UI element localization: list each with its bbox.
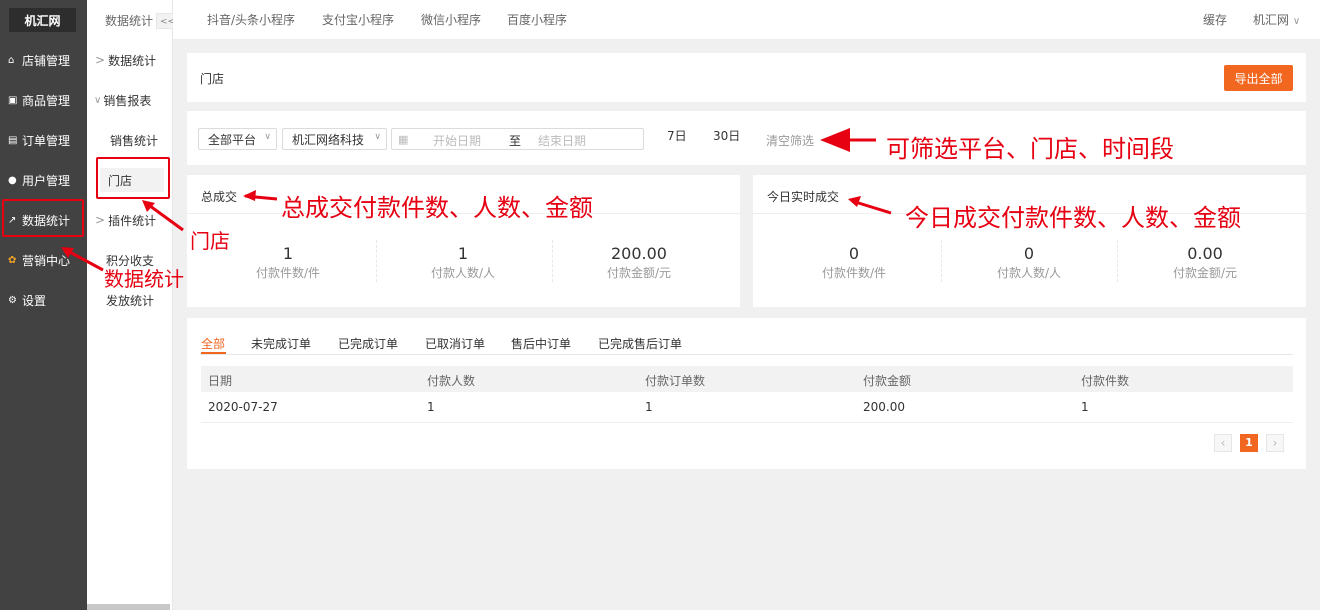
arrow-store (145, 201, 184, 232)
arrow-store-head (142, 200, 155, 212)
arrow-totals-head (243, 190, 256, 201)
arrow-today-head (848, 196, 861, 207)
arrow-statistics (65, 248, 104, 272)
annotation-arrows (61, 128, 892, 272)
